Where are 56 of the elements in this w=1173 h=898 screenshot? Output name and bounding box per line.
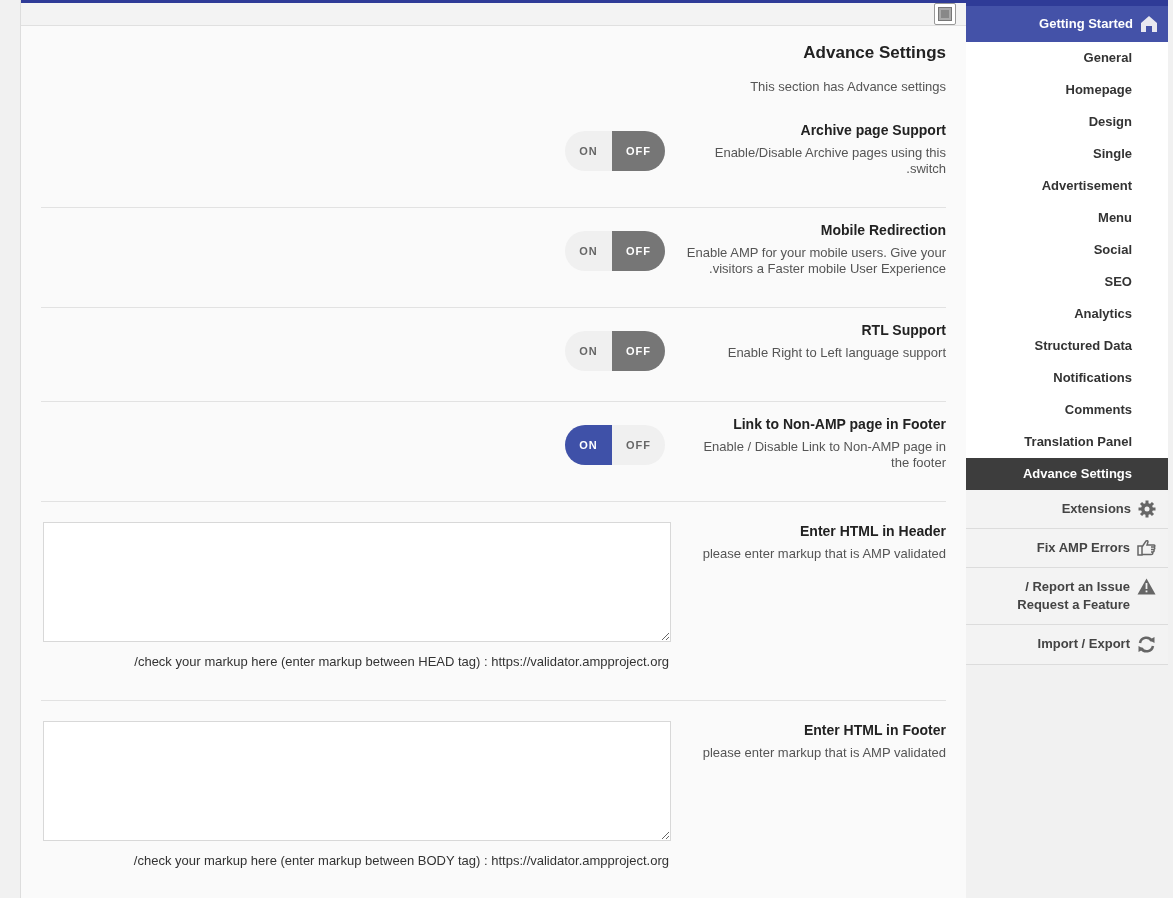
- validator-note: /check your markup here (enter markup between HEAD tag) : https://validator.ampproject.org: [134, 653, 670, 671]
- sidebar-item[interactable]: Comments: [966, 394, 1168, 426]
- validator-note: /check your markup here (enter markup between BODY tag) : https://validator.ampproject.org: [133, 851, 670, 870]
- setting-description: Enable/Disable Archive pages using this .switch: [713, 145, 946, 177]
- html-input-field[interactable]: [43, 720, 671, 841]
- sidebar-item[interactable]: Homepage: [966, 74, 1168, 106]
- setting-title: Mobile Redirection: [819, 221, 946, 239]
- sidebar-header-label: Getting Started: [1039, 15, 1133, 34]
- on-label[interactable]: ON: [565, 231, 612, 271]
- setting-title: Link to Non-AMP page in Footer: [732, 415, 946, 433]
- section-title: Advance Settings: [802, 41, 946, 64]
- setting-description: please enter markup that is AMP validated: [701, 744, 946, 761]
- on-off-switch[interactable]: ON OFF: [565, 131, 665, 171]
- setting-description: Enable / Disable Link to Non-AMP page in the footer: [702, 439, 946, 471]
- setting-description: Enable Right to Left language support: [726, 345, 946, 361]
- off-label: OFF: [625, 437, 652, 453]
- on-off-switch[interactable]: ON OFF: [565, 425, 665, 465]
- gear-icon: [1138, 500, 1156, 518]
- sidebar-tool-label: Fix AMP Errors: [1036, 539, 1130, 557]
- setting-description: please enter markup that is AMP validated: [701, 546, 946, 562]
- sidebar-item[interactable]: Translation Panel: [966, 426, 1168, 458]
- setting-description: Enable AMP for your mobile users. Give your .visitors a Faster mobile User Experience: [685, 245, 946, 277]
- setting-title: Enter HTML in Footer: [802, 720, 946, 739]
- sidebar-item[interactable]: Notifications: [966, 362, 1168, 394]
- sidebar-tool-label: / Report an Issue Request a Feature: [1017, 578, 1130, 614]
- off-label: OFF: [612, 331, 665, 371]
- html-input-field[interactable]: [43, 522, 671, 642]
- setting-title: Archive page Support: [799, 121, 946, 139]
- layout-toggle-icon[interactable]: [934, 2, 956, 25]
- sidebar-item[interactable]: SEO: [966, 266, 1168, 298]
- sidebar-item[interactable]: Design: [966, 106, 1168, 138]
- setting-title: Enter HTML in Header: [799, 522, 946, 540]
- sidebar-item[interactable]: Menu: [966, 202, 1168, 234]
- off-label: OFF: [612, 131, 665, 171]
- sidebar-item[interactable]: Analytics: [966, 298, 1168, 330]
- home-icon: [1140, 15, 1158, 33]
- on-label[interactable]: ON: [565, 331, 612, 371]
- on-off-switch[interactable]: ON OFF: [565, 331, 665, 371]
- sidebar-item[interactable]: Structured Data: [966, 330, 1168, 362]
- sidebar-item[interactable]: Advance Settings: [966, 458, 1168, 490]
- on-label[interactable]: ON: [565, 131, 612, 171]
- off-label: OFF: [612, 231, 665, 271]
- sidebar-tool-label: Import / Export: [1037, 635, 1130, 653]
- on-label[interactable]: ON: [565, 425, 612, 465]
- sidebar-tool-label: Extensions: [1061, 500, 1131, 518]
- sidebar-item[interactable]: Single: [966, 138, 1168, 170]
- warning-icon: [1137, 578, 1156, 595]
- sidebar-item[interactable]: Social: [966, 234, 1168, 266]
- on-off-switch[interactable]: ON OFF: [565, 231, 665, 271]
- setting-title: RTL Support: [860, 321, 946, 339]
- thumbs-up-icon: [1137, 539, 1156, 556]
- sidebar-header[interactable]: Getting Started: [966, 6, 1168, 42]
- sidebar-item[interactable]: General: [966, 42, 1168, 74]
- section-description: This section has Advance settings: [749, 77, 946, 96]
- sidebar-item[interactable]: Advertisement: [966, 170, 1168, 202]
- refresh-icon: [1137, 635, 1156, 654]
